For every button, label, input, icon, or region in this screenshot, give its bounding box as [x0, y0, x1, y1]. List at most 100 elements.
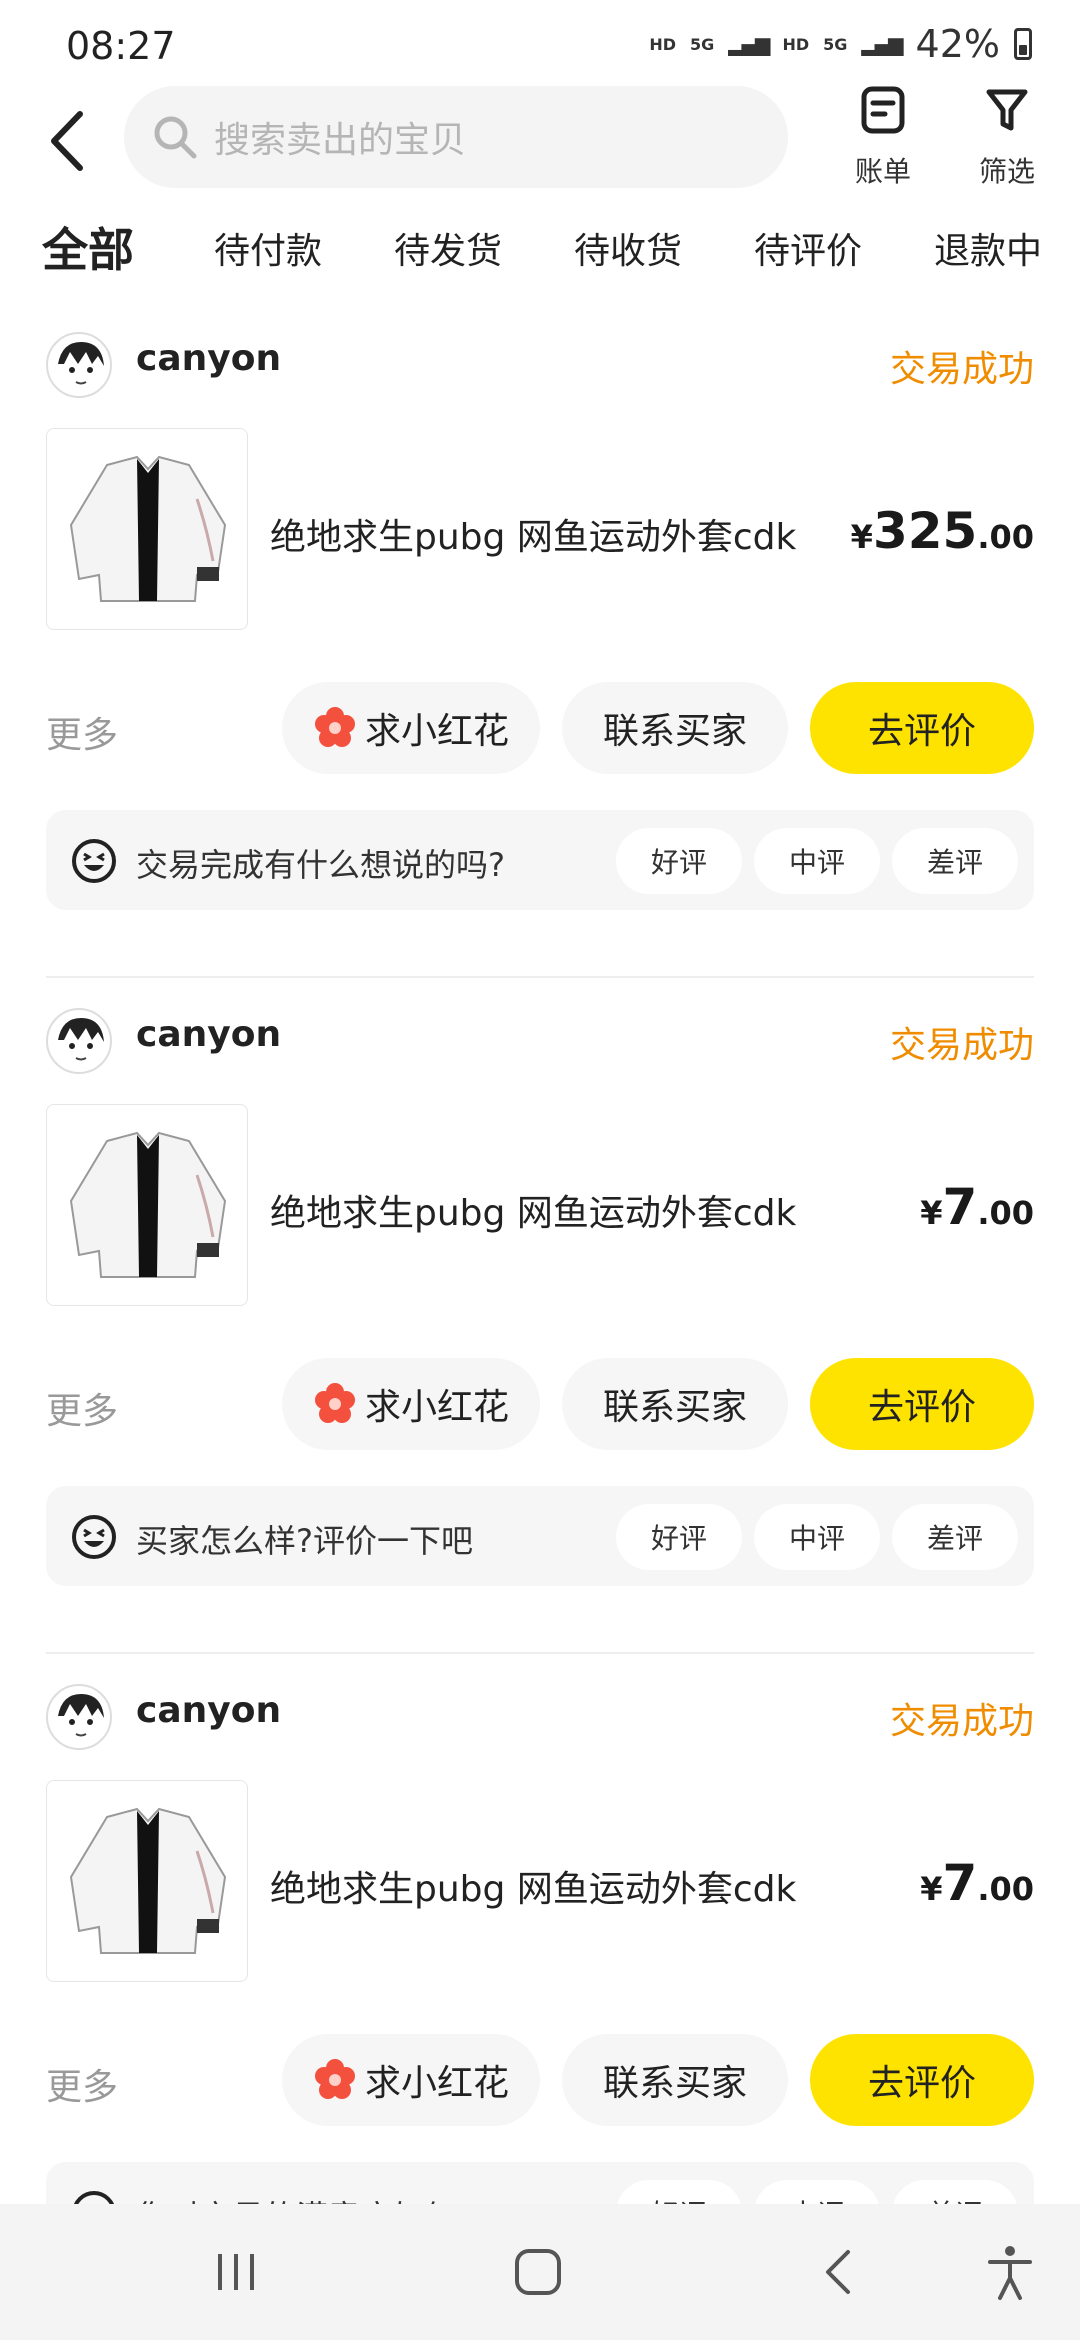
- bill-icon: [861, 86, 905, 134]
- buyer-row[interactable]: canyon 交易成功: [46, 1000, 1034, 1080]
- bill-label: 账单: [854, 155, 911, 188]
- go-review-label: 去评价: [867, 1387, 976, 1428]
- go-review-button[interactable]: 去评价: [810, 1358, 1034, 1450]
- avatar[interactable]: [46, 332, 112, 398]
- review-prompt: 买家怎么样?评价一下吧: [136, 1522, 473, 1560]
- tab-pending-payment[interactable]: 待付款: [214, 222, 322, 274]
- request-flower-label: 求小红花: [364, 711, 509, 752]
- filter-label: 筛选: [978, 155, 1035, 188]
- search-input[interactable]: 搜索卖出的宝贝: [124, 86, 788, 188]
- order-card: canyon 交易成功 绝地求生pubg 网鱼运动外套cdk ¥325.00 更…: [46, 324, 1034, 1000]
- product-title[interactable]: 绝地求生pubg 网鱼运动外套cdk: [270, 1860, 796, 1912]
- product-title[interactable]: 绝地求生pubg 网鱼运动外套cdk: [270, 508, 796, 560]
- filter-button[interactable]: 筛选: [952, 84, 1062, 190]
- price-integer: 325: [872, 502, 978, 560]
- order-status: 交易成功: [889, 1025, 1034, 1066]
- buyer-row[interactable]: canyon 交易成功: [46, 324, 1034, 404]
- go-review-button[interactable]: 去评价: [810, 2034, 1034, 2126]
- request-flower-button[interactable]: 求小红花: [282, 682, 540, 774]
- request-flower-label: 求小红花: [364, 2063, 509, 2104]
- price-currency: ¥: [850, 518, 873, 556]
- contact-buyer-label: 联系买家: [602, 2063, 747, 2104]
- 5g-indicator: 5G: [690, 34, 715, 54]
- divider: [46, 1652, 1034, 1654]
- filter-icon: [986, 89, 1028, 131]
- back-nav-button[interactable]: [810, 2242, 870, 2302]
- flower-icon: [314, 2059, 355, 2099]
- 5g-indicator-2: 5G: [823, 34, 848, 54]
- quick-review-box: 交易完成有什么想说的吗? 好评 中评 差评: [46, 810, 1034, 910]
- tab-refunding[interactable]: 退款中: [934, 222, 1042, 274]
- request-flower-button[interactable]: 求小红花: [282, 1358, 540, 1450]
- good-review-button[interactable]: 好评: [616, 828, 742, 894]
- more-link[interactable]: 更多: [46, 2058, 118, 2110]
- status-bar: 08:27 HD 5G ▂▄▆ HD 5G ▂▄▆ 42%: [0, 0, 1080, 80]
- contact-buyer-label: 联系买家: [602, 1387, 747, 1428]
- buyer-name: canyon: [136, 338, 282, 379]
- product-image[interactable]: [46, 1104, 248, 1306]
- recent-apps-button[interactable]: [206, 2242, 266, 2302]
- tab-pending-shipment[interactable]: 待发货: [394, 222, 502, 274]
- tab-all[interactable]: 全部: [38, 214, 138, 280]
- tab-pending-receipt[interactable]: 待收货: [574, 222, 682, 274]
- hd-indicator-2: HD: [782, 34, 810, 54]
- buyer-row[interactable]: canyon 交易成功: [46, 1676, 1034, 1756]
- avatar-image: [58, 1018, 104, 1061]
- good-review-button[interactable]: 好评: [616, 1504, 742, 1570]
- flower-icon: [314, 707, 355, 747]
- tab-label: 退款中: [934, 231, 1043, 272]
- smiley-icon: [72, 839, 116, 883]
- tab-label: 全部: [42, 223, 134, 277]
- signal-icon-2: ▂▄▆: [861, 32, 903, 56]
- avatar[interactable]: [46, 1684, 112, 1750]
- chevron-left-icon: [51, 111, 83, 171]
- more-link[interactable]: 更多: [46, 706, 118, 758]
- back-arrow-icon: [826, 2250, 850, 2294]
- jacket-image: [69, 1131, 227, 1278]
- product-image[interactable]: [46, 1780, 248, 1982]
- home-button[interactable]: [508, 2242, 568, 2302]
- avatar[interactable]: [46, 1008, 112, 1074]
- request-flower-button[interactable]: 求小红花: [282, 2034, 540, 2126]
- request-flower-label: 求小红花: [364, 1387, 509, 1428]
- tab-label: 待发货: [394, 231, 503, 272]
- signal-icon: ▂▄▆: [728, 32, 770, 56]
- accessibility-button[interactable]: [980, 2242, 1040, 2302]
- contact-buyer-button[interactable]: 联系买家: [562, 682, 788, 774]
- bad-review-button[interactable]: 差评: [892, 1504, 1018, 1570]
- product-title[interactable]: 绝地求生pubg 网鱼运动外套cdk: [270, 1184, 796, 1236]
- accessibility-icon: [988, 2246, 1032, 2300]
- order-actions: 更多 求小红花 联系买家 去评价: [46, 1358, 1034, 1452]
- contact-buyer-button[interactable]: 联系买家: [562, 1358, 788, 1450]
- price-currency: ¥: [920, 1194, 943, 1232]
- order-tabs: 全部 待付款 待发货 待收货 待评价 退款中: [0, 222, 1080, 292]
- status-indicators: HD 5G ▂▄▆ HD 5G ▂▄▆ 42%: [649, 22, 1032, 66]
- back-button[interactable]: [40, 106, 100, 176]
- avatar-image: [58, 342, 104, 385]
- price-decimal: .00: [977, 1194, 1034, 1232]
- more-link[interactable]: 更多: [46, 1382, 118, 1434]
- order-card: canyon 交易成功 绝地求生pubg 网鱼运动外套cdk ¥7.00 更多 …: [46, 1000, 1034, 1676]
- product-image[interactable]: [46, 428, 248, 630]
- recent-apps-icon: [218, 2254, 254, 2290]
- tab-pending-review[interactable]: 待评价: [754, 222, 862, 274]
- go-review-label: 去评价: [867, 711, 976, 752]
- smiley-icon: [72, 1515, 116, 1559]
- divider: [46, 976, 1034, 978]
- price-currency: ¥: [920, 1870, 943, 1908]
- neutral-review-button[interactable]: 中评: [754, 1504, 880, 1570]
- tab-label: 待付款: [214, 231, 323, 272]
- price: ¥325.00: [851, 502, 1034, 560]
- buyer-name: canyon: [136, 1014, 282, 1055]
- price-integer: 7: [942, 1854, 978, 1912]
- go-review-button[interactable]: 去评价: [810, 682, 1034, 774]
- contact-buyer-button[interactable]: 联系买家: [562, 2034, 788, 2126]
- price: ¥7.00: [920, 1854, 1034, 1912]
- buyer-name: canyon: [136, 1690, 282, 1731]
- price-decimal: .00: [977, 518, 1034, 556]
- contact-buyer-label: 联系买家: [602, 711, 747, 752]
- avatar-image: [58, 1694, 104, 1737]
- bad-review-button[interactable]: 差评: [892, 828, 1018, 894]
- neutral-review-button[interactable]: 中评: [754, 828, 880, 894]
- bill-button[interactable]: 账单: [828, 84, 938, 190]
